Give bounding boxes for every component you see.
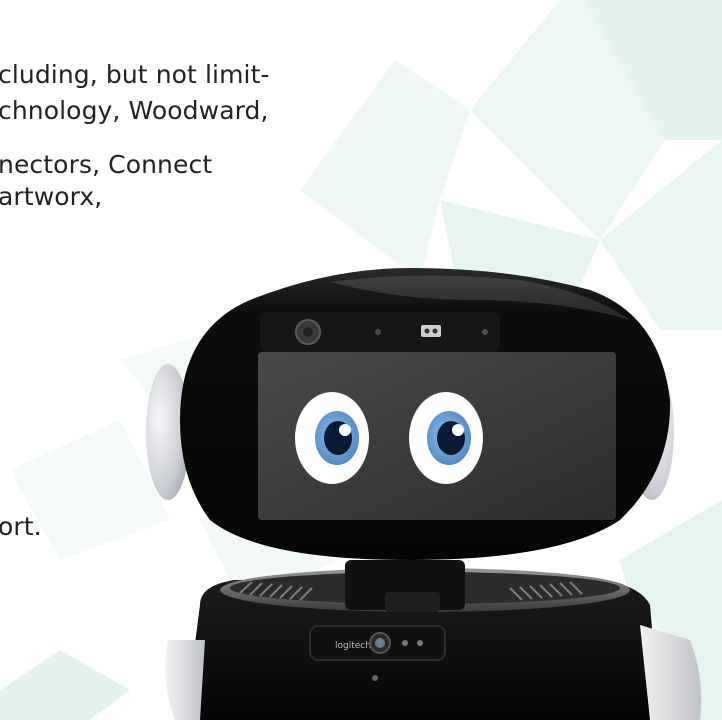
- robot-screen: [258, 352, 616, 520]
- right-eye: [409, 392, 483, 484]
- left-eye: [295, 392, 369, 484]
- webcam-brand-label: logitech: [335, 641, 371, 651]
- robot-illustration: logitech: [146, 268, 702, 720]
- depth-sensor-icon: [421, 325, 441, 337]
